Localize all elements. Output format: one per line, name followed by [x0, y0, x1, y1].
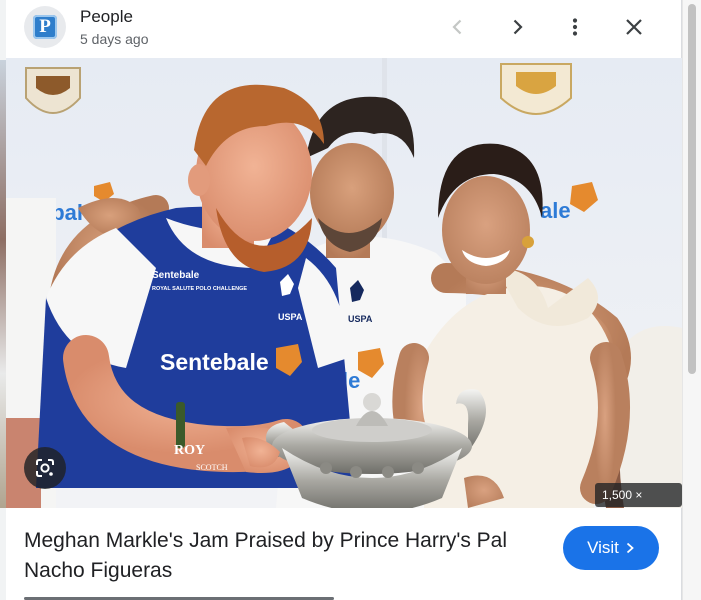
image-size-badge: 1,500 × 1,000: [595, 483, 682, 507]
photo-illustration: entebale ale USPA le: [6, 58, 682, 508]
source-logo[interactable]: P: [24, 6, 66, 48]
scrollbar-thumb[interactable]: [688, 4, 696, 374]
panel-header: P People 5 days ago: [6, 0, 682, 58]
chevron-left-icon: [452, 19, 462, 35]
google-lens-button[interactable]: [24, 447, 66, 489]
visit-button[interactable]: Visit: [563, 526, 659, 570]
close-button[interactable]: [616, 9, 652, 45]
people-logo-icon: P: [33, 15, 57, 39]
svg-text:ROY: ROY: [174, 443, 205, 458]
svg-text:USPA: USPA: [278, 312, 303, 322]
source-name[interactable]: People: [80, 7, 133, 27]
truncated-caption: [24, 592, 444, 600]
close-icon: [626, 19, 642, 35]
more-options-button[interactable]: [557, 9, 593, 45]
visit-button-label: Visit: [587, 538, 619, 557]
scrollbar[interactable]: [682, 0, 701, 600]
next-button[interactable]: [499, 9, 535, 45]
svg-text:SCOTCH: SCOTCH: [196, 463, 228, 472]
result-title[interactable]: Meghan Markle's Jam Praised by Prince Ha…: [24, 526, 544, 586]
jersey-subtitle: ROYAL SALUTE POLO CHALLENGE: [152, 286, 247, 292]
svg-text:USPA: USPA: [348, 314, 373, 324]
image-preview-panel: P People 5 days ago ale USPA le Sentebal…: [6, 0, 682, 600]
image-viewer-screen: P People 5 days ago ale USPA le Sentebal…: [0, 0, 701, 600]
svg-text:Sentebale: Sentebale: [152, 270, 200, 281]
chevron-right-icon: [626, 542, 634, 554]
jersey-brand-text: Sentebale: [160, 349, 269, 375]
chevron-right-icon: [513, 19, 523, 35]
preview-image[interactable]: entebale ale USPA le: [6, 58, 682, 508]
google-lens-icon: [36, 459, 54, 477]
backdrop-crest-right: [500, 63, 572, 115]
backdrop-crest-left: [25, 67, 81, 114]
backdrop-logo-text-right: ale: [540, 198, 571, 223]
more-vert-icon: [572, 18, 578, 36]
previous-button[interactable]: [440, 9, 476, 45]
source-time: 5 days ago: [80, 31, 149, 47]
